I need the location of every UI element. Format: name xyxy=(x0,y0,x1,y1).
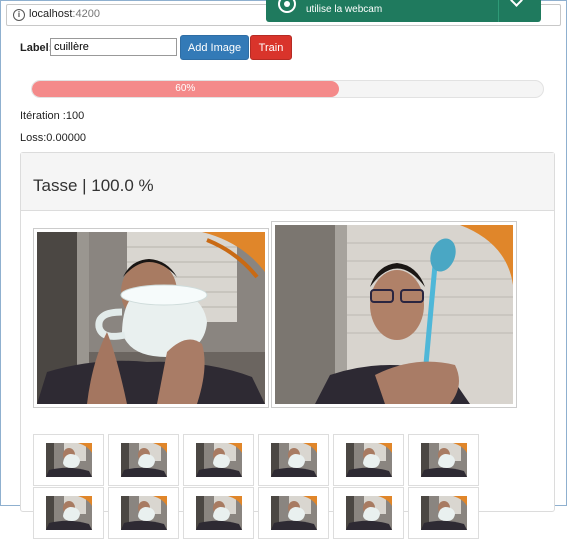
progress-fill: 60% xyxy=(32,81,339,97)
label-input[interactable] xyxy=(50,38,177,56)
captured-image-picture xyxy=(275,225,513,404)
notification-divider xyxy=(498,0,499,22)
webcam-icon xyxy=(278,0,296,13)
loss-text: Loss:0.00000 xyxy=(20,132,87,144)
thumbnail-image xyxy=(33,487,104,539)
prediction-panel: Tasse | 100.0 % xyxy=(20,152,555,539)
panel-heading: Tasse | 100.0 % xyxy=(21,153,554,211)
prediction-title: Tasse | 100.0 % xyxy=(33,176,154,195)
thumbnail-image xyxy=(33,434,104,486)
iteration-text: Itération :100 xyxy=(20,110,85,122)
url-port: :4200 xyxy=(72,8,100,20)
thumbnail-image xyxy=(333,487,404,539)
thumbnail-image xyxy=(108,487,179,539)
thumbnail-image xyxy=(333,434,404,486)
thumbnail-image xyxy=(183,487,254,539)
label-caption: Label: xyxy=(20,42,53,54)
thumbnail-image xyxy=(408,434,479,486)
webcam-snapshot-image xyxy=(37,232,265,404)
add-image-button[interactable]: Add Image xyxy=(180,35,249,60)
thumbnail-image xyxy=(408,487,479,539)
webcam-notification[interactable]: utilise la webcam xyxy=(266,0,541,22)
captured-image xyxy=(271,221,517,408)
train-button[interactable]: Train xyxy=(250,35,292,60)
thumbnail-image xyxy=(183,434,254,486)
notification-message: utilise la webcam xyxy=(306,4,383,15)
thumbnail-image xyxy=(258,434,329,486)
training-progress-bar: 60% xyxy=(31,80,544,98)
thumbnail-image xyxy=(258,487,329,539)
url-text: localhost:4200 xyxy=(29,8,100,20)
webcam-snapshot xyxy=(33,228,269,408)
thumbnail-image xyxy=(108,434,179,486)
chevron-down-icon[interactable] xyxy=(510,0,523,7)
url-host: localhost xyxy=(29,8,73,20)
info-icon[interactable]: i xyxy=(13,9,25,21)
